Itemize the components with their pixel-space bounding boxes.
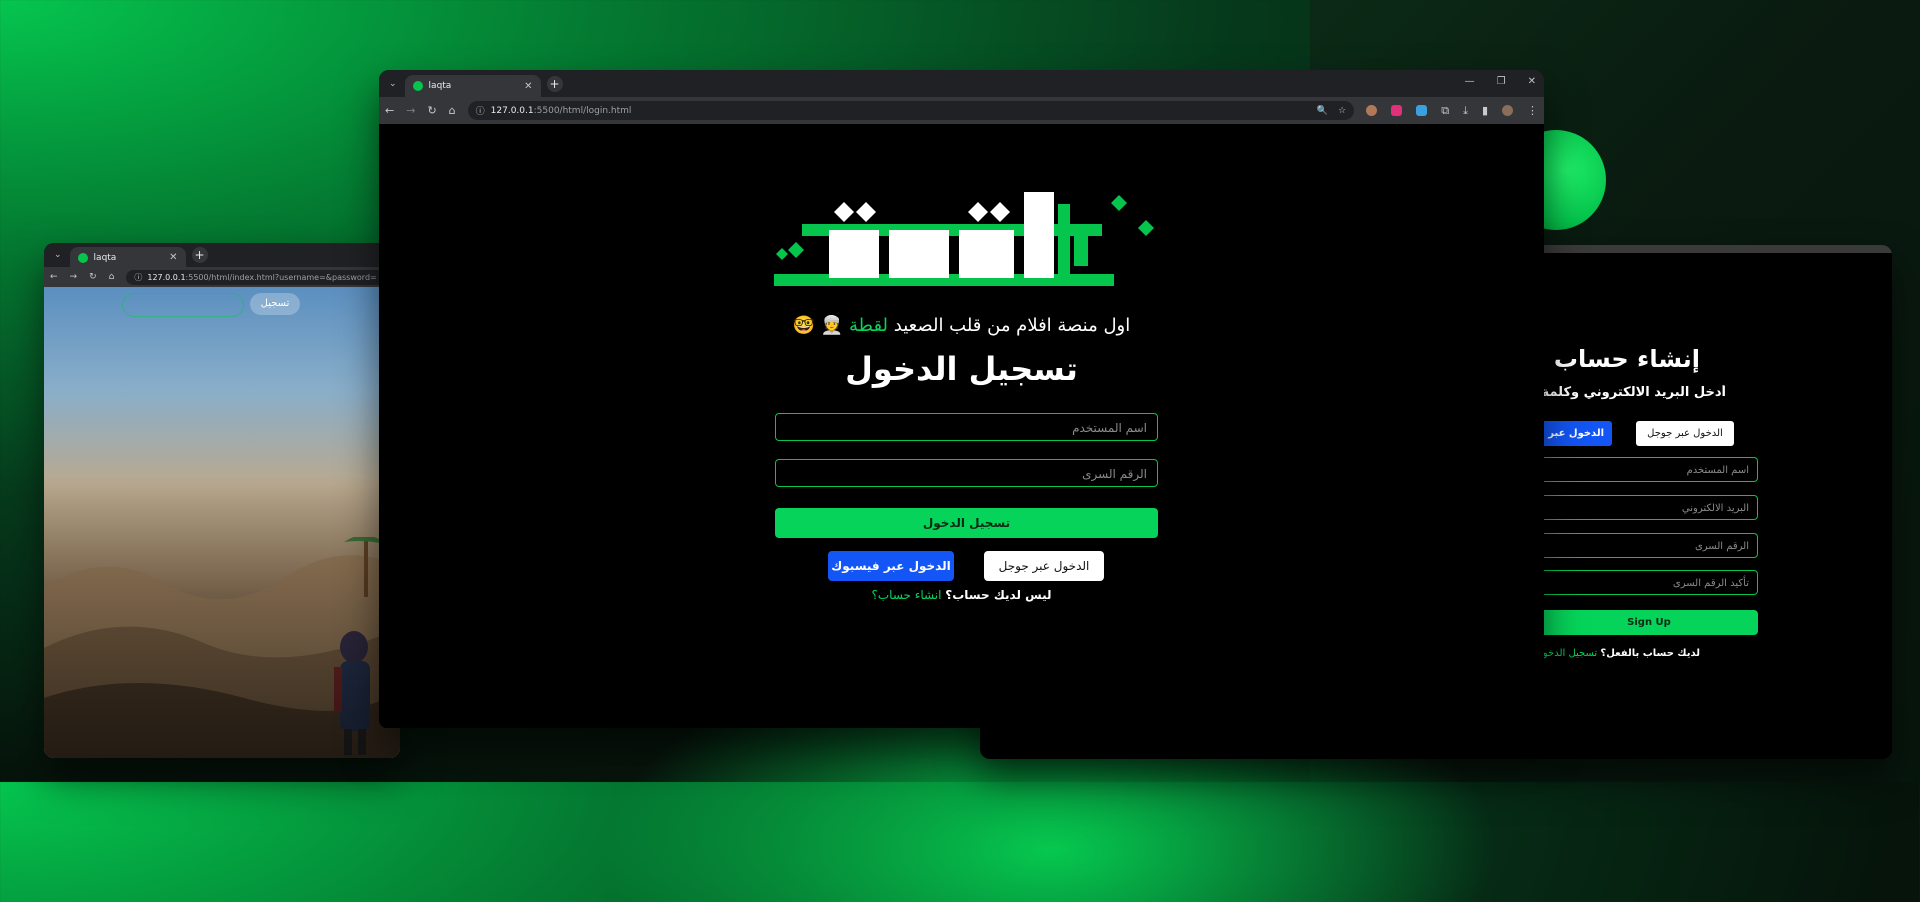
left-address-bar[interactable]: ⓘ 127.0.0.1:5500/html/index.html?usernam… — [126, 269, 394, 285]
new-tab-icon[interactable]: + — [546, 75, 563, 92]
index-window: ⌄ laqta ✕ + ← → ↻ ⌂ ⓘ 127.0.0.1:5500/htm… — [44, 243, 400, 758]
new-tab-icon[interactable]: + — [191, 247, 208, 263]
close-tab-icon[interactable]: ✕ — [524, 81, 532, 92]
tagline-brand: لقطة — [849, 315, 889, 336]
facebook-login-button[interactable]: الدخول عبر فيسبوك — [828, 551, 954, 581]
tagline-emoji: 🤓 👳 — [792, 315, 844, 336]
main-toolbar: ← → ↻ ⌂ ⓘ 127.0.0.1:5500/html/login.html… — [379, 97, 1544, 124]
signup-confirm-password-input[interactable]: تأكيد الرقم السرى — [1540, 570, 1758, 595]
url-path: :5500/html/index.html?username=&password… — [185, 272, 377, 282]
side-panel-icon[interactable]: ▮ — [1482, 104, 1488, 117]
tab-search-chevron-icon[interactable]: ⌄ — [389, 79, 397, 89]
extension-1-icon[interactable] — [1366, 105, 1378, 116]
favicon-icon — [77, 252, 88, 263]
main-tab-bar: ⌄ laqta ✕ + — ❐ ✕ — [379, 70, 1544, 97]
signup-facebook-button[interactable]: الدخول عبر فيسبوك — [1540, 421, 1612, 446]
tagline: 🤓 👳 اول منصة افلام من قلب الصعيد لقطة — [379, 315, 1544, 336]
download-icon[interactable]: ⤓ — [1463, 104, 1468, 118]
image-dark-overlay — [44, 287, 400, 758]
signup-password-input[interactable]: الرقم السرى — [1540, 533, 1758, 558]
signup-button[interactable]: Sign Up — [1540, 610, 1758, 635]
left-tab-bar: ⌄ laqta ✕ + — [44, 243, 400, 269]
have-account-question: لديك حساب بالفعل؟ — [1600, 648, 1700, 659]
back-icon[interactable]: ← — [385, 104, 394, 117]
laqta-logo-icon — [774, 192, 1154, 286]
site-info-icon[interactable]: ⓘ — [476, 104, 485, 117]
left-toolbar: ← → ↻ ⌂ ⓘ 127.0.0.1:5500/html/index.html… — [44, 267, 400, 287]
have-account-text: لديك حساب بالفعل؟ تسجيل الدخول — [1536, 648, 1700, 659]
extension-2-icon[interactable] — [1391, 105, 1403, 116]
forward-icon[interactable]: → — [70, 272, 78, 282]
profile-avatar-icon[interactable] — [1502, 105, 1513, 116]
extensions-area: ⧉ ⤓ ▮ ⋮ — [1366, 104, 1538, 118]
reload-icon[interactable]: ↻ — [89, 272, 97, 282]
left-tab-title: laqta — [93, 252, 117, 263]
username-input[interactable]: اسم المستخدم — [775, 413, 1158, 441]
no-account-text: ليس لديك حساب؟ انشاء حساب؟ — [379, 588, 1544, 602]
close-window-icon[interactable]: ✕ — [1528, 76, 1536, 87]
zoom-icon[interactable]: 🔍 — [1317, 106, 1328, 116]
close-tab-icon[interactable]: ✕ — [169, 252, 177, 263]
signup-title: إنشاء حساب جديد — [1540, 345, 1700, 373]
extensions-puzzle-icon[interactable]: ⧉ — [1441, 104, 1449, 118]
signup-google-button[interactable]: الدخول عبر جوجل — [1636, 421, 1734, 446]
url-host: 127.0.0.1 — [490, 105, 534, 116]
main-tab-title: laqta — [428, 81, 452, 91]
url-host: 127.0.0.1 — [147, 272, 186, 282]
extension-3-icon[interactable] — [1416, 105, 1428, 116]
no-account-question: ليس لديك حساب؟ — [945, 588, 1052, 602]
left-register-button[interactable]: تسجيل — [250, 293, 300, 315]
login-link[interactable]: تسجيل الدخول — [1536, 648, 1598, 659]
tab-search-chevron-icon[interactable]: ⌄ — [54, 250, 62, 260]
url-path: :5500/html/login.html — [533, 105, 632, 116]
signup-email-input[interactable]: البريد الالكتروني — [1540, 495, 1758, 520]
favicon-icon — [412, 81, 423, 91]
site-info-icon[interactable]: ⓘ — [134, 272, 142, 283]
main-address-bar[interactable]: ⓘ 127.0.0.1:5500/html/login.html 🔍 ☆ — [467, 101, 1355, 120]
home-icon[interactable]: ⌂ — [449, 104, 456, 117]
login-window: ⌄ laqta ✕ + — ❐ ✕ ← → ↻ ⌂ ⓘ 127.0.0.1:55… — [379, 70, 1544, 728]
left-tab[interactable]: laqta ✕ — [69, 246, 186, 269]
signup-subtitle: أدخل البريد الالكتروني وكلمة مرور لإنشاء… — [1540, 385, 1726, 400]
forward-icon[interactable]: → — [406, 104, 415, 117]
window-controls: — ❐ ✕ — [1465, 76, 1536, 87]
page-title: تسجيل الدخول — [845, 350, 1078, 388]
index-page: تسجيل — [44, 287, 400, 758]
login-button[interactable]: تسجيل الدخول — [775, 508, 1158, 538]
home-icon[interactable]: ⌂ — [109, 272, 115, 282]
menu-kebab-icon[interactable]: ⋮ — [1527, 104, 1538, 117]
create-account-link[interactable]: انشاء حساب؟ — [872, 588, 942, 602]
reload-icon[interactable]: ↻ — [427, 104, 436, 117]
restore-icon[interactable]: ❐ — [1497, 76, 1506, 87]
password-input[interactable]: الرقم السرى — [775, 459, 1158, 487]
google-login-button[interactable]: الدخول عبر جوجل — [984, 551, 1104, 581]
main-tab[interactable]: laqta ✕ — [404, 75, 541, 97]
left-search-input[interactable] — [122, 293, 244, 317]
tagline-text: اول منصة افلام من قلب الصعيد — [893, 315, 1131, 336]
bookmark-star-icon[interactable]: ☆ — [1338, 106, 1346, 116]
back-icon[interactable]: ← — [50, 272, 58, 282]
minimize-icon[interactable]: — — [1465, 76, 1475, 87]
login-page: 🤓 👳 اول منصة افلام من قلب الصعيد لقطة تس… — [379, 124, 1544, 728]
signup-username-input[interactable]: اسم المستخدم — [1540, 457, 1758, 482]
